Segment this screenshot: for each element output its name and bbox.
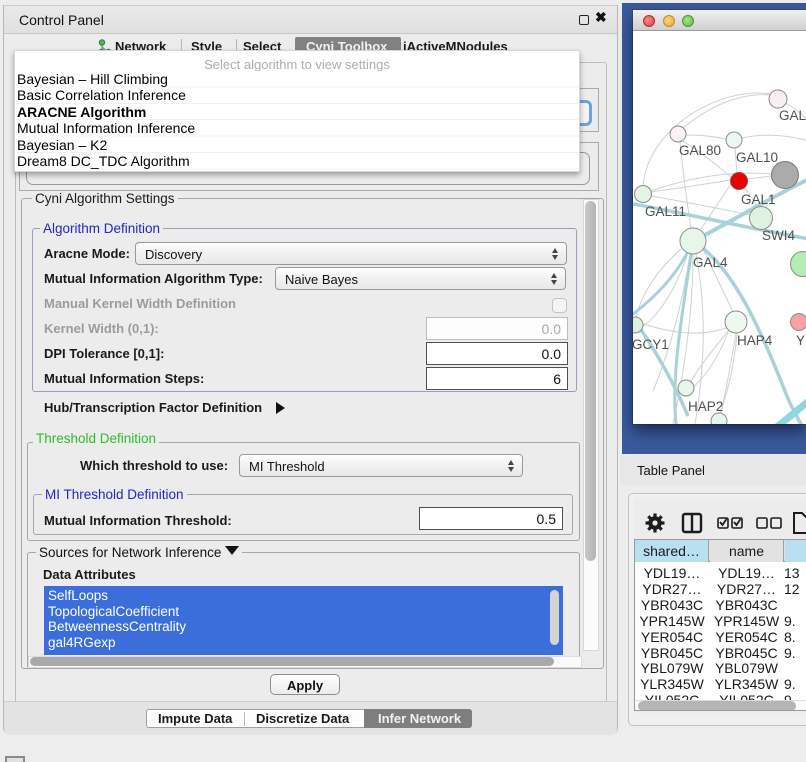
svg-text:GAL10: GAL10 xyxy=(736,150,778,165)
svg-text:GAL7: GAL7 xyxy=(779,108,806,123)
svg-text:GCY1: GCY1 xyxy=(633,337,669,352)
svg-text:GAL80: GAL80 xyxy=(679,143,721,158)
svg-text:SWI4: SWI4 xyxy=(762,228,795,243)
svg-text:GAL4: GAL4 xyxy=(693,255,728,270)
svg-text:Y: Y xyxy=(796,333,805,348)
svg-text:HAP4: HAP4 xyxy=(737,333,773,348)
svg-text:HAP2: HAP2 xyxy=(688,399,723,414)
svg-text:GAL1: GAL1 xyxy=(741,192,776,207)
svg-text:GAL11: GAL11 xyxy=(645,204,686,219)
